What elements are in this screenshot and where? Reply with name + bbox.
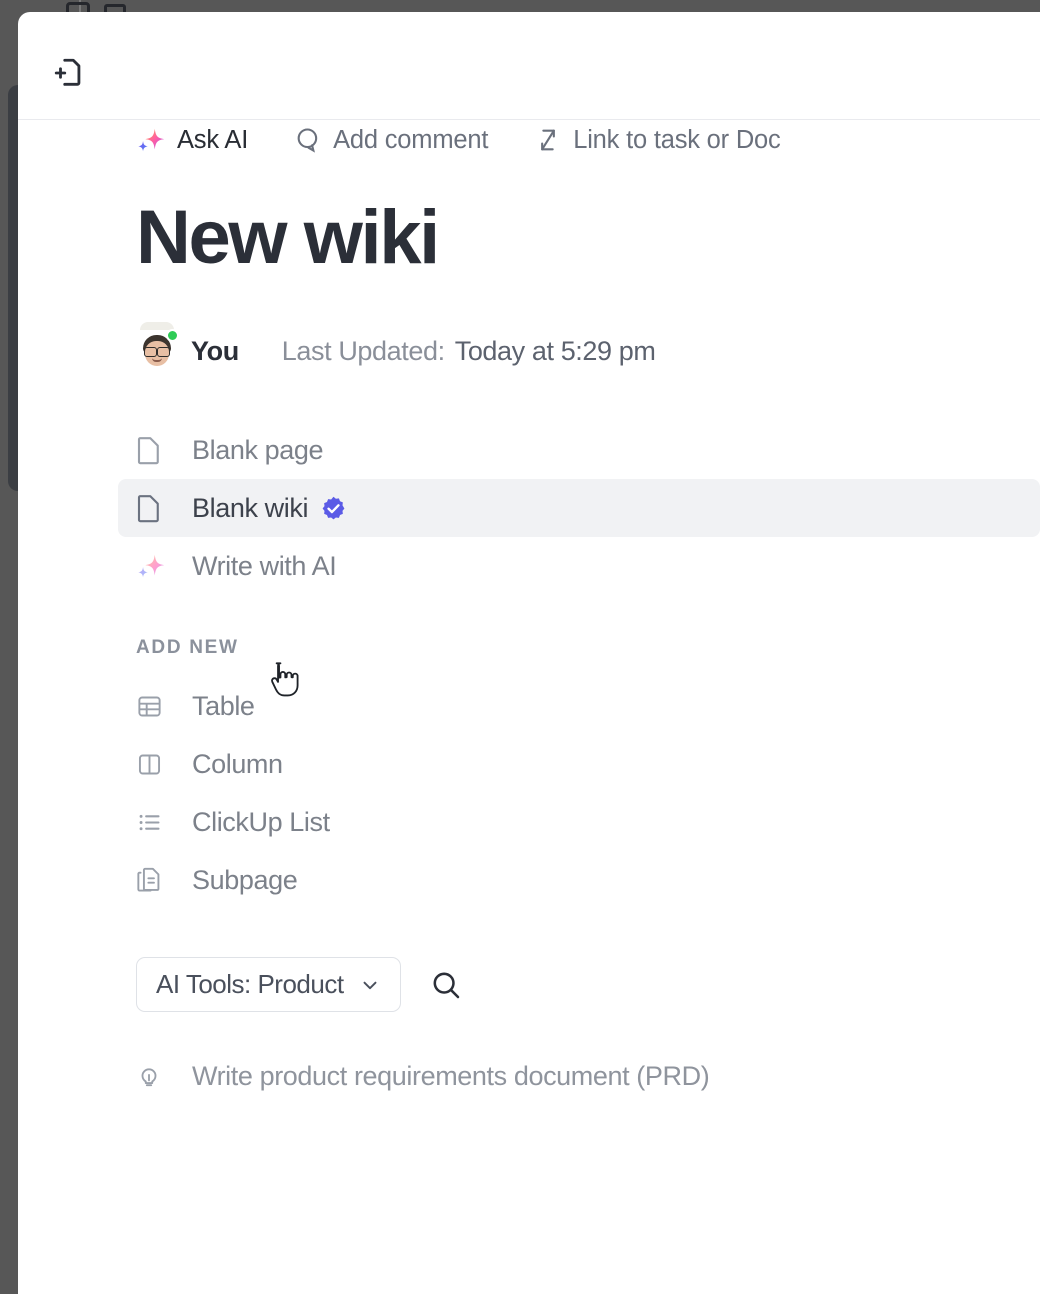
prompt-write-prd-label: Write product requirements document (PRD… [192,1060,710,1091]
prompt-write-prd[interactable]: Write product requirements document (PRD… [136,1050,1040,1102]
document-toolbar: Ask AI Add comment Link to task or Doc [136,120,1040,160]
table-icon [136,693,170,720]
ai-tools-dropdown-label: AI Tools: Product [156,969,344,999]
option-write-with-ai[interactable]: Write with AI [118,537,1040,595]
link-to-task-button[interactable]: Link to task or Doc [534,124,781,157]
link-to-task-label: Link to task or Doc [573,125,781,154]
option-blank-wiki[interactable]: Blank wiki [118,479,1040,537]
link-arrows-icon [534,126,562,154]
search-button[interactable] [425,964,467,1006]
ai-prompt-list: Write product requirements document (PRD… [136,1050,1040,1102]
verified-badge-icon [320,495,347,522]
add-new-clickup-list-label: ClickUp List [192,806,330,837]
option-blank-page[interactable]: Blank page [118,421,1040,479]
add-new-subpage[interactable]: Subpage [118,851,1040,909]
page-title: New wiki [136,195,440,280]
template-options: Blank page Blank wiki Write with AI [118,421,1040,595]
add-comment-button[interactable]: Add comment [294,124,488,157]
search-icon [430,969,462,1001]
page-icon [136,493,170,523]
sparkle-pastel-icon [136,551,170,581]
add-comment-label: Add comment [333,125,489,154]
chevron-down-icon [359,974,381,996]
last-updated-value: Today at 5:29 pm [454,335,656,366]
subpage-icon [136,866,170,895]
page-icon [136,435,170,465]
ask-ai-label: Ask AI [177,125,249,154]
online-status-dot [166,329,179,342]
avatar[interactable] [136,322,179,372]
ai-tools-filter-bar: AI Tools: Product [136,957,1040,1012]
sparkle-icon [136,125,166,155]
ai-tools-dropdown[interactable]: AI Tools: Product [136,957,401,1012]
document-content-layer: Ask AI Add comment Link to task or Doc N… [18,12,1040,1294]
option-write-with-ai-label: Write with AI [192,550,337,581]
add-new-subpage-label: Subpage [192,864,298,895]
ask-ai-button[interactable]: Ask AI [136,123,248,157]
bullet-list-icon [136,809,170,836]
add-new-clickup-list[interactable]: ClickUp List [118,793,1040,851]
add-new-list: Table Column ClickUp List Subpage [136,677,1040,909]
comment-icon [294,126,322,154]
add-new-table-label: Table [192,690,255,721]
add-new-table[interactable]: Table [118,677,1040,735]
add-new-section-label: ADD NEW [136,637,239,658]
document-meta: You Last Updated: Today at 5:29 pm [136,322,1040,374]
option-blank-wiki-label: Blank wiki [192,492,309,523]
author-name: You [191,335,239,366]
column-icon [136,751,170,778]
option-blank-page-label: Blank page [192,434,324,465]
add-new-column-label: Column [192,748,283,779]
add-new-column[interactable]: Column [118,735,1040,793]
last-updated-label: Last Updated: [281,335,445,366]
document-content: Ask AI Add comment Link to task or Doc N… [18,120,1040,1102]
lightbulb-icon [136,1063,170,1089]
